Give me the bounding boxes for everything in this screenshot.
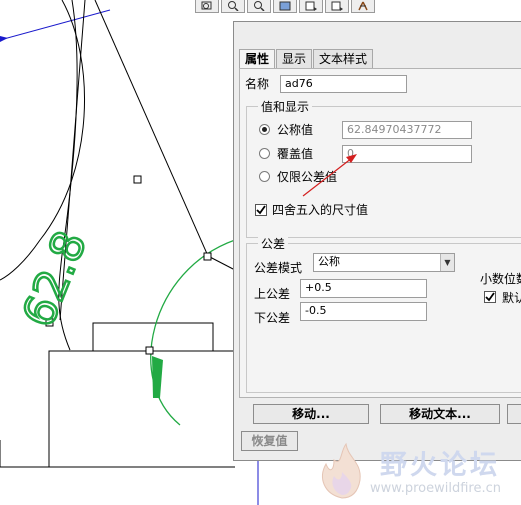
zoom-window-button[interactable] <box>195 0 219 13</box>
datum-button[interactable] <box>351 0 375 13</box>
dimension-arc <box>150 239 236 426</box>
chevron-down-icon[interactable]: ▼ <box>440 254 454 271</box>
nominal-radio[interactable] <box>259 124 270 135</box>
properties-panel: 名称 ad76 值和显示 公称值 62.84970437772 覆盖值 0 仅限… <box>239 68 521 398</box>
tolerance-title: 公差 <box>258 237 289 251</box>
round-label: 四舍五入的尺寸值 <box>272 203 369 217</box>
handle-4[interactable] <box>145 346 154 355</box>
upper-tolerance-label: 上公差 <box>254 287 291 301</box>
datum-icon <box>358 1 368 11</box>
dialog-tabs: 属性 显示 文本样式 <box>239 49 374 69</box>
tolerance-mode-label: 公差模式 <box>254 261 303 275</box>
name-field[interactable]: ad76 <box>280 75 407 93</box>
profile-line-3 <box>207 255 236 271</box>
zoom-out-button[interactable] <box>247 0 271 13</box>
override-value-field[interactable]: 0 <box>342 145 472 163</box>
handle-2[interactable] <box>203 252 212 261</box>
upper-tolerance-field[interactable]: +0.5 <box>300 279 427 298</box>
tolerance-only-label: 仅限公差值 <box>277 170 338 184</box>
profile-line-2 <box>94 0 209 257</box>
zoom-in-button[interactable] <box>221 0 245 13</box>
move-button[interactable]: 移动... <box>253 404 369 424</box>
nominal-label: 公称值 <box>277 123 314 137</box>
display-style-icon <box>331 1 343 11</box>
override-label: 覆盖值 <box>277 147 314 161</box>
handle-1[interactable] <box>133 175 142 184</box>
tab-text-style[interactable]: 文本样式 <box>313 49 374 69</box>
refit-button[interactable] <box>273 0 297 13</box>
dimension-properties-dialog: 属性 显示 文本样式 名称 ad76 值和显示 公称值 62.849704377… <box>233 21 521 461</box>
zoom-window-icon <box>201 1 212 10</box>
lower-tolerance-field[interactable]: -0.5 <box>300 302 427 321</box>
move-text-button[interactable]: 移动文本... <box>380 404 500 424</box>
part-base-outline <box>48 350 235 467</box>
watermark-url: www.proewildfire.cn <box>370 481 501 496</box>
edit-button[interactable]: 编 <box>507 404 521 424</box>
override-radio[interactable] <box>259 148 270 159</box>
default-decimals-label: 默认 <box>502 291 521 305</box>
tab-properties[interactable]: 属性 <box>239 49 276 69</box>
dimension-text[interactable]: 62.8 <box>12 223 98 335</box>
value-display-title: 值和显示 <box>258 100 313 114</box>
nominal-value-field[interactable]: 62.84970437772 <box>342 121 472 139</box>
watermark-title: 野火论坛 <box>380 450 500 481</box>
tolerance-mode-value: 公称 <box>318 255 340 268</box>
checkmark-icon <box>485 292 495 302</box>
tolerance-mode-select[interactable]: 公称 ▼ <box>313 253 455 272</box>
part-base-left <box>0 440 235 468</box>
watermark: 野火论坛 www.proewildfire.cn <box>312 440 521 505</box>
restore-value-button[interactable]: 恢复值 <box>241 431 298 451</box>
round-checkbox[interactable] <box>255 204 267 216</box>
name-label: 名称 <box>245 77 270 91</box>
checkmark-icon <box>256 205 266 215</box>
zoom-out-icon <box>254 1 265 11</box>
display-style-button[interactable] <box>325 0 349 13</box>
zoom-in-icon <box>228 1 239 11</box>
view-icon <box>305 1 317 11</box>
dimension-arrow <box>152 356 163 398</box>
refit-icon <box>279 1 291 11</box>
lower-tolerance-label: 下公差 <box>254 311 291 325</box>
decimals-label: 小数位数 <box>480 272 521 286</box>
flame-logo-icon <box>322 442 361 499</box>
view-button[interactable] <box>299 0 323 13</box>
tolerance-only-radio[interactable] <box>259 171 270 182</box>
tab-display[interactable]: 显示 <box>276 49 313 69</box>
default-decimals-checkbox[interactable] <box>484 291 496 303</box>
axis-line <box>0 9 111 41</box>
axis-arrow <box>0 36 8 42</box>
view-toolbar <box>195 0 375 14</box>
